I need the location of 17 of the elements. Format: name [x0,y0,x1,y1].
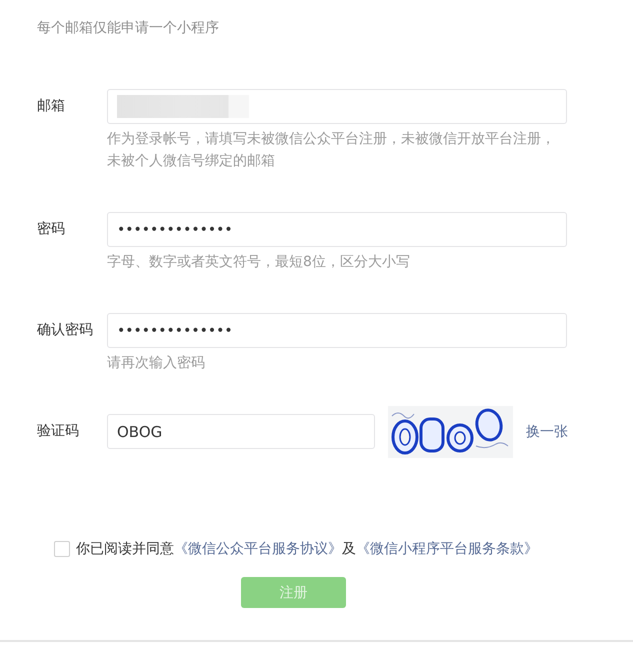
terms-link[interactable]: 《微信公众平台服务协议》 [174,541,342,557]
field-label: 验证码 [37,422,80,441]
field-label: 邮箱 [37,97,66,116]
field-hint: 作为登录帐号，请填写未被微信公众平台注册，未被微信开放平台注册，未被个人微信号绑定的邮箱 [107,130,556,171]
agreement-checkbox[interactable] [54,541,70,557]
email-input-field[interactable] [107,89,567,124]
field-hint: 请再次输入密码 [107,354,206,373]
agreement-text: 你已阅读并同意《微信公众平台服务协议》及《微信小程序平台服务条款》 [76,540,538,559]
terms-link[interactable]: 《微信小程序平台服务条款》 [356,541,538,557]
notice-text: 每个邮箱仅能申请一个小程序 [37,19,220,38]
field-hint: 字母、数字或者英文符号，最短8位，区分大小写 [107,253,411,272]
password-input-field[interactable]: •••••••••••••• [107,212,567,247]
refresh-captcha-link[interactable]: 换一张 [526,422,568,440]
field-label: 确认密码 [37,321,94,340]
captcha-input-field[interactable]: OBOG [107,414,375,449]
field-label: 密码 [37,220,66,239]
password-input-field[interactable]: •••••••••••••• [107,313,567,348]
